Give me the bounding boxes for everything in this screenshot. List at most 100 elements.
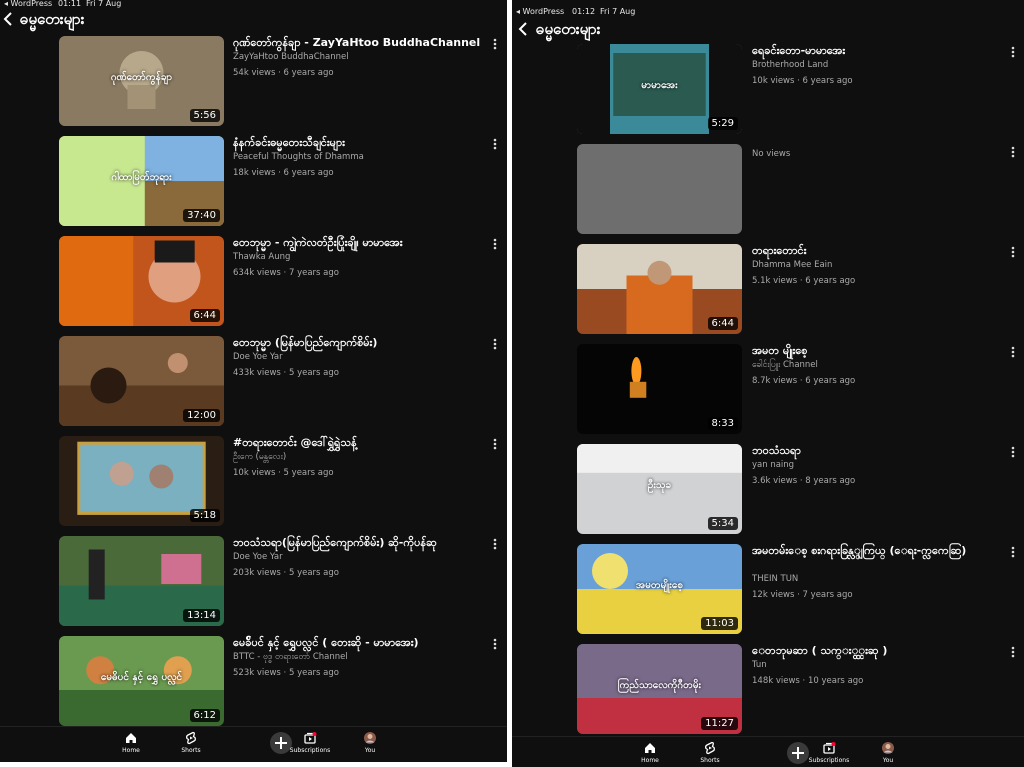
more-options-button[interactable] (1008, 446, 1018, 459)
channel-name[interactable]: ခေါင်းပြူး Channel (752, 360, 818, 372)
more-options-button[interactable] (490, 338, 500, 351)
channel-name[interactable]: Peaceful Thoughts of Dhamma (233, 152, 364, 162)
nav-item-subscriptions[interactable]: Subscriptions (280, 731, 340, 754)
video-list-item[interactable]: 6:44 တရားတောင်း Dhamma Mee Eain 5.1k views … (512, 244, 1024, 334)
video-thumbnail[interactable]: 5:18 (59, 436, 224, 526)
bottom-navigation: Home Shorts Subscriptions You (512, 736, 1024, 767)
nav-label: Home (641, 757, 659, 764)
video-thumbnail[interactable]: ဂါထာမြတ်ဘုရား 37:40 (59, 136, 224, 226)
video-thumbnail[interactable]: 13:14 (59, 536, 224, 626)
nav-item-avatar[interactable]: You (858, 741, 918, 764)
nav-item-avatar[interactable]: You (340, 731, 400, 754)
video-list-item[interactable]: ဂါထာမြတ်ဘုရား 37:40 နံနက်ခင်းဓမ္မတေးသီချင်… (0, 136, 507, 226)
video-meta: 433k views · 5 years ago (233, 368, 339, 378)
more-options-button[interactable] (1008, 46, 1018, 59)
video-title[interactable]: တေဘုမ္မာ (မြန်မာပြည်ကျောက်စိမ်း) (233, 336, 482, 350)
channel-name[interactable]: Brotherhood Land (752, 60, 828, 70)
kebab-menu-icon (493, 238, 497, 250)
more-options-button[interactable] (1008, 146, 1018, 159)
video-title[interactable]: အမတမ်း‌ေစ့ စးဂရားခြန္လ္ျကြယ္ (‌ေရး-က္လကေ… (752, 544, 1000, 558)
video-list-item[interactable]: အမတမျိုးစေ့ 11:03 အမတမ်း‌ေစ့ စးဂရားခြန္လ္ျ… (512, 544, 1024, 634)
nav-item-home[interactable]: Home (620, 741, 680, 764)
video-title[interactable]: ဘဝသံသရာ (752, 444, 1000, 458)
back-button[interactable] (518, 22, 528, 40)
video-list-item[interactable]: မေဓိပင် နှင့် ရွှေ ပလ္လင် 6:12 မေခ်ိပင် နှ… (0, 636, 507, 726)
thumbnail-caption: မာမာအေး (641, 80, 678, 92)
more-options-button[interactable] (1008, 546, 1018, 559)
video-title[interactable]: မေခ်ိပင် နှင့် ရွှေပလ္လင် ( တေးဆို - မာမ… (233, 636, 482, 650)
video-list-item[interactable]: ဂုဏ်တော်ကွန်ချာ 5:56 ဂုဏ်တော်ကွန်ချာ - Zay… (0, 36, 507, 126)
channel-name[interactable]: ZayYaHtoo BuddhaChannel (233, 52, 349, 62)
nav-item-shorts[interactable]: Shorts (680, 741, 740, 764)
video-list-item[interactable]: ဦးသုခ 5:34 ဘဝသံသရာ yan naing 3.6k views · 8 … (512, 444, 1024, 534)
video-thumbnail[interactable]: 6:44 (577, 244, 742, 334)
video-list-item[interactable]: ကြည်သာလေကိုဂီတမိုး 11:27 ‌ေတဘုမဆာ ( သက္း္င… (512, 644, 1024, 734)
more-options-button[interactable] (490, 238, 500, 251)
video-title[interactable]: #တရားတောင်း @ဒေါ်ရွှဲရွှဲသန့် (233, 436, 482, 450)
duration-badge: 13:14 (183, 609, 220, 622)
video-list-item[interactable]: 13:14 ဘဝသံသရာ(မြန်မာပြည်ကျောက်စိမ်း) ဆို-… (0, 536, 507, 626)
channel-name[interactable]: Doe Yoe Yar (233, 552, 283, 562)
duration-badge: 11:03 (701, 617, 738, 630)
more-options-button[interactable] (490, 538, 500, 551)
more-options-button[interactable] (1008, 646, 1018, 659)
video-title[interactable]: နံနက်ခင်းဓမ္မတေးသီချင်းများ (233, 136, 482, 150)
more-options-button[interactable] (1008, 346, 1018, 359)
video-thumbnail[interactable]: ဂုဏ်တော်ကွန်ချာ 5:56 (59, 36, 224, 126)
more-options-button[interactable] (490, 638, 500, 651)
video-list-item[interactable]: မာမာအေး 5:29 ရေခင်းတော-မာမာအေး Brotherhood … (512, 44, 1024, 134)
video-list-item[interactable]: 6:44 တေဘုမ္မာ - ကျွဲကဲလတ်ဦးပြုံးချို၊ မာမ… (0, 236, 507, 326)
more-options-button[interactable] (490, 438, 500, 451)
status-time: 01:11 (58, 0, 82, 8)
video-thumbnail[interactable]: 6:44 (59, 236, 224, 326)
duration-badge: 8:33 (707, 417, 738, 430)
video-thumbnail[interactable]: ဦးသုခ 5:34 (577, 444, 742, 534)
video-title[interactable]: ရေခင်းတော-မာမာအေး (752, 44, 1000, 58)
channel-name[interactable]: ဦးကေ (မန္တလေး) (233, 452, 286, 464)
more-options-button[interactable] (1008, 246, 1018, 259)
home-icon (645, 743, 655, 753)
video-thumbnail[interactable]: ကြည်သာလေကိုဂီတမိုး 11:27 (577, 644, 742, 734)
nav-label: Subscriptions (289, 747, 331, 754)
status-carrier: ◂ WordPress (4, 0, 53, 8)
video-title[interactable]: အမတ မျိုးစေ့ (752, 344, 1000, 358)
video-meta: 3.6k views · 8 years ago (752, 476, 856, 486)
channel-name[interactable]: Thawka Aung (233, 252, 290, 262)
video-thumbnail[interactable] (577, 144, 742, 234)
channel-name[interactable]: yan naing (752, 460, 794, 470)
video-thumbnail[interactable]: အမတမျိုးစေ့ 11:03 (577, 544, 742, 634)
duration-badge: 5:18 (189, 509, 220, 522)
channel-name[interactable]: Tun (752, 660, 767, 670)
video-list-item[interactable]: 5:18 #တရားတောင်း @ဒေါ်ရွှဲရွှဲသန့်ဦးကေ (မ… (0, 436, 507, 526)
duration-text: 5:18 (193, 510, 216, 521)
video-title[interactable]: ဘဝသံသရာ(မြန်မာပြည်ကျောက်စိမ်း) ဆို-ကိုပန… (233, 536, 482, 550)
nav-item-shorts[interactable]: Shorts (161, 731, 221, 754)
video-title[interactable]: တေဘုမ္မာ - ကျွဲကဲလတ်ဦးပြုံးချို၊ မာမာအေး (233, 236, 482, 250)
nav-item-home[interactable]: Home (101, 731, 161, 754)
kebab-menu-icon (1011, 546, 1015, 558)
video-title[interactable]: ‌ေတဘုမဆာ ( သက္း္ငွ္ငးဆု ) (752, 644, 1000, 658)
subscriptions-icon (823, 742, 836, 754)
video-thumbnail[interactable]: 8:33 (577, 344, 742, 434)
kebab-menu-icon (1011, 146, 1015, 158)
channel-name[interactable]: THEIN TUN (752, 574, 798, 584)
video-list-item[interactable]: 8:33 အမတ မျိုးစေ့ ခေါင်းပြူး Channel 8.7k v… (512, 344, 1024, 434)
channel-name[interactable]: Dhamma Mee Eain (752, 260, 832, 270)
video-list-item[interactable]: 12:00 တေဘုမ္မာ (မြန်မာပြည်ကျောက်စိမ်း) Doe… (0, 336, 507, 426)
more-options-button[interactable] (490, 38, 500, 51)
avatar-icon (882, 742, 894, 754)
duration-badge: 6:44 (189, 309, 220, 322)
video-thumbnail[interactable]: 12:00 (59, 336, 224, 426)
duration-badge: 12:00 (183, 409, 220, 422)
nav-item-subscriptions[interactable]: Subscriptions (799, 741, 859, 764)
more-options-button[interactable] (490, 138, 500, 151)
channel-name[interactable]: BTTC - ဗုဒ္ဓ တရားတော် Channel (233, 652, 348, 664)
video-title[interactable]: ဂုဏ်တော်ကွန်ချာ - ZayYaHtoo BuddhaChanne… (233, 36, 482, 50)
video-thumbnail[interactable]: မာမာအေး 5:29 (577, 44, 742, 134)
back-button[interactable] (3, 12, 13, 30)
video-thumbnail[interactable]: မေဓိပင် နှင့် ရွှေ ပလ္လင် 6:12 (59, 636, 224, 726)
video-list-item[interactable]: No views (512, 144, 1024, 234)
duration-text: 6:12 (193, 710, 216, 721)
channel-name[interactable]: Doe Yoe Yar (233, 352, 283, 362)
video-title[interactable]: တရားတောင်း (752, 244, 1000, 258)
